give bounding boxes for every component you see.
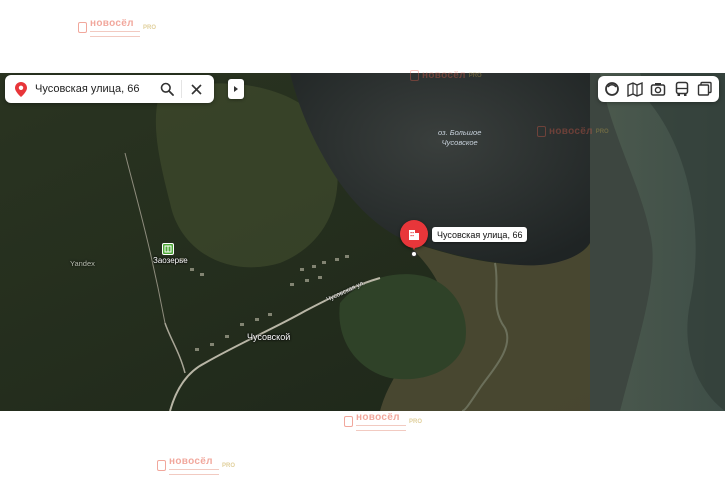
watermark-logo: новосёл PRO — [157, 456, 235, 475]
satellite-map[interactable]: Yandex Заозерье Чусовской Чусовская ул. — [0, 73, 725, 411]
watermark-text: новосёл — [356, 412, 400, 423]
watermark-logo: новосёл PRO — [344, 412, 422, 431]
lake-label: оз. Большое Чусовское — [438, 128, 481, 148]
play-icon — [234, 86, 238, 92]
house-icon — [344, 416, 353, 427]
camera-icon — [651, 83, 666, 96]
map-terrain — [0, 73, 725, 411]
transport-button[interactable] — [671, 78, 693, 100]
search-box — [5, 75, 214, 103]
layers-button[interactable] — [601, 78, 623, 100]
search-icon — [160, 82, 174, 96]
panorama-button[interactable] — [624, 78, 646, 100]
lake-label-line1: оз. Большое — [438, 128, 482, 137]
layers-icon — [604, 82, 619, 96]
watermark-logo: новосёл PRO — [537, 126, 609, 137]
watermark-badge: PRO — [409, 418, 423, 425]
village-label: Заозерье — [153, 256, 188, 265]
search-button[interactable] — [153, 75, 181, 103]
house-icon — [537, 126, 546, 137]
watermark-subtitle — [356, 425, 406, 431]
close-icon — [190, 83, 202, 95]
clear-search-button[interactable] — [182, 75, 210, 103]
watermark-text: новосёл — [422, 70, 466, 81]
house-icon — [157, 460, 166, 471]
town-label: Чусовской — [247, 332, 291, 342]
layers-stack-icon — [698, 81, 712, 96]
building-icon — [409, 230, 419, 240]
house-icon — [78, 22, 87, 33]
expand-panel-button[interactable] — [228, 79, 244, 99]
photos-button[interactable] — [647, 78, 669, 100]
search-input[interactable] — [35, 83, 153, 95]
watermark-logo: новосёл PRO — [410, 70, 482, 81]
watermark-badge: PRO — [468, 72, 482, 79]
watermark-subtitle — [90, 31, 140, 37]
map-type-button[interactable] — [694, 78, 716, 100]
watermark-logo: новосёл PRO — [78, 18, 156, 37]
watermark-badge: PRO — [595, 128, 609, 135]
watermark-text: новосёл — [169, 456, 213, 467]
watermark-text: новосёл — [549, 126, 593, 137]
village-icon[interactable] — [162, 243, 174, 255]
marker-tail — [411, 244, 417, 250]
watermark-yandex-label: Yandex — [70, 259, 95, 268]
marker-label[interactable]: Чусовская улица, 66 — [432, 227, 528, 242]
location-pin-icon — [9, 81, 33, 97]
watermark-badge: PRO — [222, 462, 236, 469]
map-book-icon — [627, 81, 643, 97]
lake-label-line2: Чусовское — [441, 138, 478, 147]
watermark-subtitle — [169, 469, 219, 475]
bus-icon — [675, 81, 689, 96]
watermark-text: новосёл — [90, 18, 134, 29]
house-icon — [410, 70, 419, 81]
marker-point — [411, 251, 417, 257]
watermark-badge: PRO — [143, 24, 157, 31]
map-toolbar — [598, 76, 719, 102]
